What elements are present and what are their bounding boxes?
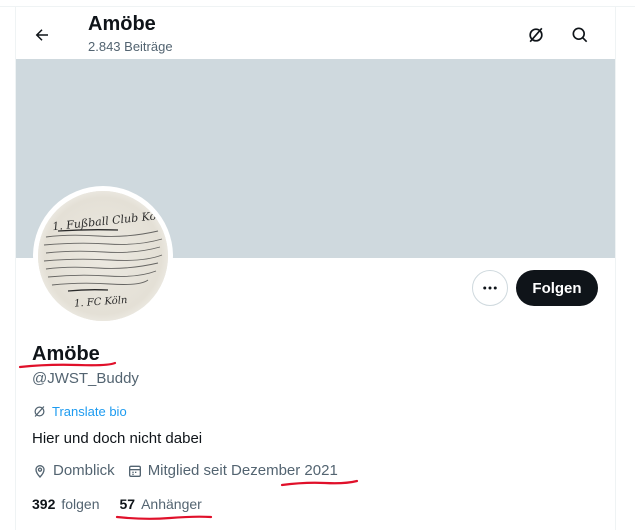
more-button[interactable]	[472, 270, 508, 306]
header-name: Amöbe	[88, 13, 156, 35]
avatar-image: 1. Fußball Club Köln 1. FC Köln	[38, 191, 168, 321]
annotation-underline-date	[280, 479, 359, 487]
profile-stats: 392 folgen 57 Anhänger	[32, 496, 222, 512]
calendar-icon	[128, 465, 141, 477]
location-text: Domblick	[53, 462, 115, 479]
user-handle: @JWST_Buddy	[32, 370, 139, 387]
translate-button[interactable]	[520, 19, 552, 51]
followers-count: 57	[119, 496, 136, 512]
following-count: 392	[32, 496, 56, 512]
back-button[interactable]	[26, 19, 58, 51]
follow-button[interactable]: Folgen	[516, 270, 598, 306]
translate-bio-label: Translate bio	[52, 404, 127, 419]
annotation-underline-followers	[115, 515, 213, 520]
followers-link[interactable]: 57 Anhänger	[120, 496, 202, 512]
following-label: folgen	[61, 496, 100, 512]
location-icon	[35, 464, 45, 478]
profile-header: Amöbe 2.843 Beiträge	[16, 7, 615, 59]
window-top-edge	[0, 0, 635, 7]
followers-label: Anhänger	[141, 496, 202, 512]
search-icon	[572, 27, 588, 43]
column-border-right	[615, 6, 616, 530]
translate-icon	[34, 406, 45, 417]
annotation-underline-name	[18, 361, 117, 369]
arrow-left-icon	[35, 29, 48, 41]
search-button[interactable]	[564, 19, 596, 51]
translate-bio-link[interactable]: Translate bio	[32, 404, 127, 419]
more-icon	[483, 286, 497, 290]
profile-bio: Hier und doch nicht dabei	[32, 430, 203, 447]
translate-icon	[529, 27, 543, 43]
avatar[interactable]: 1. Fußball Club Köln 1. FC Köln	[38, 191, 168, 321]
post-count: 2.843 Beiträge	[88, 39, 173, 54]
following-link[interactable]: 392 folgen	[32, 496, 100, 512]
location-item: Domblick	[32, 462, 115, 479]
